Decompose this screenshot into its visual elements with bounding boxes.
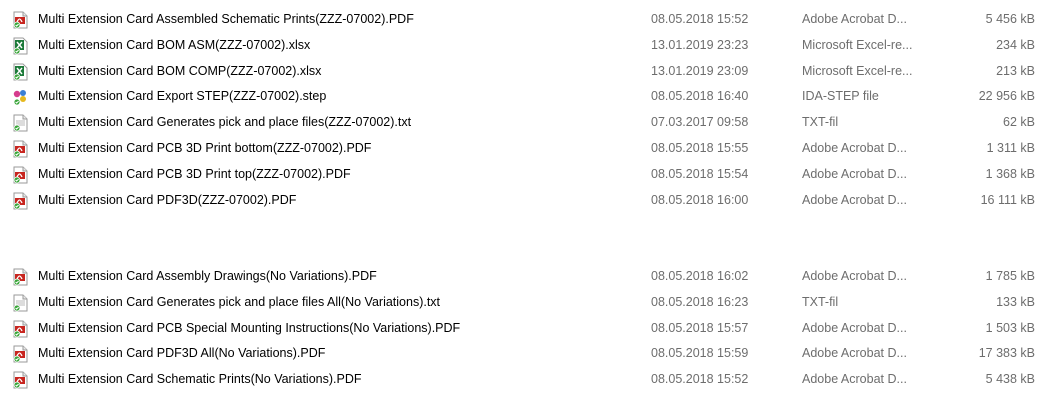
file-date-modified: 07.03.2017 09:58: [651, 115, 749, 130]
file-name: Multi Extension Card BOM ASM(ZZZ-07002).…: [38, 37, 311, 52]
file-date-modified: 08.05.2018 15:55: [651, 140, 749, 155]
file-type: Adobe Acrobat D...: [802, 192, 907, 207]
file-date-modified: 08.05.2018 16:40: [651, 89, 749, 104]
file-date-modified: 13.01.2019 23:09: [651, 63, 749, 78]
file-row[interactable]: Multi Extension Card Generates pick and …: [0, 290, 1045, 316]
txt-icon: [12, 114, 29, 132]
file-type: IDA-STEP file: [802, 89, 879, 104]
file-date-modified: 08.05.2018 15:59: [651, 346, 749, 361]
file-size: 1 503 kB: [985, 320, 1035, 335]
file-size: 5 456 kB: [985, 12, 1035, 26]
file-size: 1 311 kB: [986, 140, 1035, 155]
file-row[interactable]: Multi Extension Card Generates pick and …: [0, 110, 1045, 136]
file-name: Multi Extension Card Schematic Prints(No…: [38, 372, 362, 387]
file-group-1: Multi Extension Card Assembled Schematic…: [0, 7, 1045, 213]
file-row[interactable]: Multi Extension Card Assembled Schematic…: [0, 7, 1045, 33]
file-type: Adobe Acrobat D...: [802, 12, 907, 26]
file-name: Multi Extension Card PCB 3D Print top(ZZ…: [38, 166, 351, 181]
file-size: 1 785 kB: [985, 269, 1035, 283]
file-type: TXT-fil: [802, 115, 839, 130]
file-size: 17 383 kB: [978, 346, 1035, 361]
file-row[interactable]: Multi Extension Card BOM ASM(ZZZ-07002).…: [0, 33, 1045, 59]
pdf-icon: [12, 371, 29, 389]
file-name: Multi Extension Card PDF3D All(No Variat…: [38, 346, 326, 361]
file-date-modified: 13.01.2019 23:23: [651, 37, 749, 52]
file-type: Adobe Acrobat D...: [802, 320, 907, 335]
file-type: TXT-fil: [802, 294, 839, 309]
file-size: 1 368 kB: [985, 166, 1035, 181]
file-name: Multi Extension Card Export STEP(ZZZ-070…: [38, 89, 327, 104]
file-type: Adobe Acrobat D...: [802, 140, 907, 155]
file-type: Adobe Acrobat D...: [802, 346, 907, 361]
file-row[interactable]: Multi Extension Card Assembly Drawings(N…: [0, 264, 1045, 290]
file-name: Multi Extension Card Assembly Drawings(N…: [38, 269, 377, 283]
file-row[interactable]: Multi Extension Card Schematic Prints(No…: [0, 367, 1045, 393]
file-date-modified: 08.05.2018 15:52: [651, 12, 749, 26]
file-type: Adobe Acrobat D...: [802, 372, 907, 387]
pdf-icon: [12, 166, 29, 184]
file-row[interactable]: Multi Extension Card PCB 3D Print bottom…: [0, 136, 1045, 162]
pdf-icon: [12, 268, 29, 286]
file-row[interactable]: Multi Extension Card PCB Special Mountin…: [0, 316, 1045, 342]
file-name: Multi Extension Card BOM COMP(ZZZ-07002)…: [38, 63, 322, 78]
file-size: 133 kB: [996, 294, 1035, 309]
pdf-icon: [12, 345, 29, 363]
file-date-modified: 08.05.2018 16:23: [651, 294, 749, 309]
file-size: 5 438 kB: [985, 372, 1035, 387]
pdf-icon: [12, 140, 29, 158]
pdf-icon: [12, 192, 29, 210]
excel-icon: [12, 63, 29, 81]
file-name: Multi Extension Card Generates pick and …: [38, 294, 441, 309]
file-name: Multi Extension Card PCB 3D Print bottom…: [38, 140, 372, 155]
file-size: 62 kB: [1003, 115, 1035, 130]
file-type: Adobe Acrobat D...: [802, 269, 907, 283]
step-icon: [12, 88, 29, 106]
file-date-modified: 08.05.2018 15:54: [651, 166, 749, 181]
txt-icon: [12, 294, 29, 312]
file-size: 234 kB: [996, 37, 1035, 52]
file-date-modified: 08.05.2018 15:52: [651, 372, 749, 387]
file-group-2: Multi Extension Card Assembly Drawings(N…: [0, 264, 1045, 393]
file-size: 22 956 kB: [978, 89, 1035, 104]
file-type: Adobe Acrobat D...: [802, 166, 907, 181]
file-name: Multi Extension Card PDF3D(ZZZ-07002).PD…: [38, 192, 297, 207]
file-size: 16 111 kB: [980, 192, 1035, 207]
file-date-modified: 08.05.2018 16:02: [651, 269, 749, 283]
pdf-icon: [12, 11, 29, 29]
file-date-modified: 08.05.2018 15:57: [651, 320, 749, 335]
file-type: Microsoft Excel-re...: [802, 37, 913, 52]
file-type: Microsoft Excel-re...: [802, 63, 913, 78]
file-row[interactable]: Multi Extension Card PDF3D(ZZZ-07002).PD…: [0, 188, 1045, 214]
file-name: Multi Extension Card PCB Special Mountin…: [38, 320, 461, 335]
file-row[interactable]: Multi Extension Card Export STEP(ZZZ-070…: [0, 84, 1045, 110]
file-date-modified: 08.05.2018 16:00: [651, 192, 749, 207]
file-name: Multi Extension Card Assembled Schematic…: [38, 12, 414, 26]
file-row[interactable]: Multi Extension Card PDF3D All(No Variat…: [0, 341, 1045, 367]
file-row[interactable]: Multi Extension Card BOM COMP(ZZZ-07002)…: [0, 59, 1045, 85]
file-size: 213 kB: [996, 63, 1035, 78]
file-name: Multi Extension Card Generates pick and …: [38, 115, 412, 130]
excel-icon: [12, 37, 29, 55]
pdf-icon: [12, 320, 29, 338]
file-row[interactable]: Multi Extension Card PCB 3D Print top(ZZ…: [0, 162, 1045, 188]
